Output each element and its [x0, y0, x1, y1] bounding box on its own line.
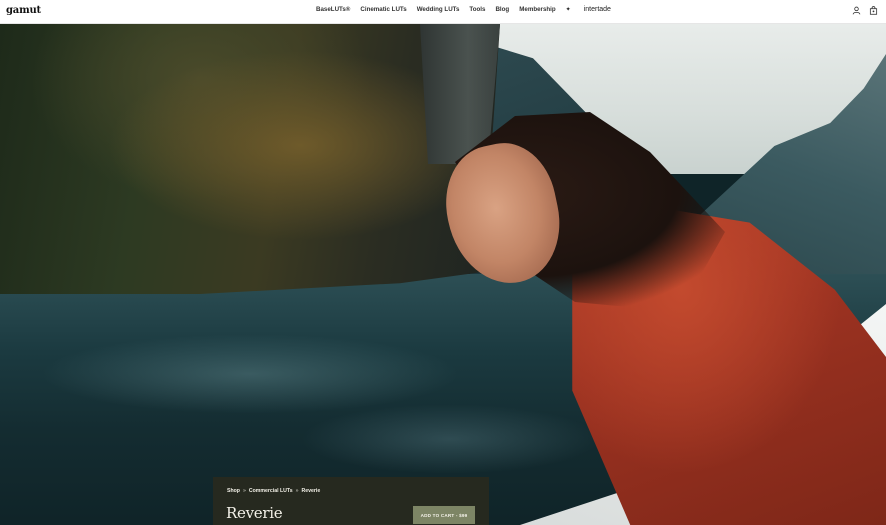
breadcrumb-shop[interactable]: Shop	[227, 488, 240, 494]
user-icon[interactable]	[852, 6, 861, 15]
menu-item-baseluts[interactable]: BaseLUTs®	[316, 6, 350, 13]
bag-icon[interactable]	[869, 6, 878, 15]
product-card: Shop » Commercial LUTs » Reverie Reverie…	[213, 477, 489, 525]
water-ripple	[300, 404, 600, 474]
breadcrumb: Shop » Commercial LUTs » Reverie	[227, 488, 320, 494]
hero-image	[0, 24, 886, 525]
breadcrumb-separator: »	[295, 488, 299, 494]
breadcrumb-separator: »	[242, 488, 246, 494]
product-title: Reverie	[226, 504, 283, 522]
menu-item-wedding-luts[interactable]: Wedding LUTs	[417, 6, 460, 13]
menu-item-tools[interactable]: Tools	[469, 6, 485, 13]
site-logo[interactable]: gamut	[6, 5, 41, 16]
partner-link-intertade[interactable]: ✦ intertade	[566, 6, 621, 13]
partner-label: intertade	[583, 6, 611, 13]
breadcrumb-current: Reverie	[301, 488, 321, 494]
intertade-logo-icon: ✦	[565, 7, 571, 13]
nav-icons	[852, 6, 878, 15]
breadcrumb-commercial-luts[interactable]: Commercial LUTs	[249, 488, 293, 494]
menu-item-membership[interactable]: Membership	[519, 6, 555, 13]
menu-item-cinematic-luts[interactable]: Cinematic LUTs	[360, 6, 406, 13]
top-nav: gamut BaseLUTs® Cinematic LUTs Wedding L…	[0, 0, 886, 24]
add-to-cart-button[interactable]: ADD TO CART - $99	[413, 506, 475, 524]
menu-item-blog[interactable]: Blog	[495, 6, 509, 13]
main-menu: BaseLUTs® Cinematic LUTs Wedding LUTs To…	[316, 6, 631, 13]
water-ripple	[40, 334, 460, 414]
